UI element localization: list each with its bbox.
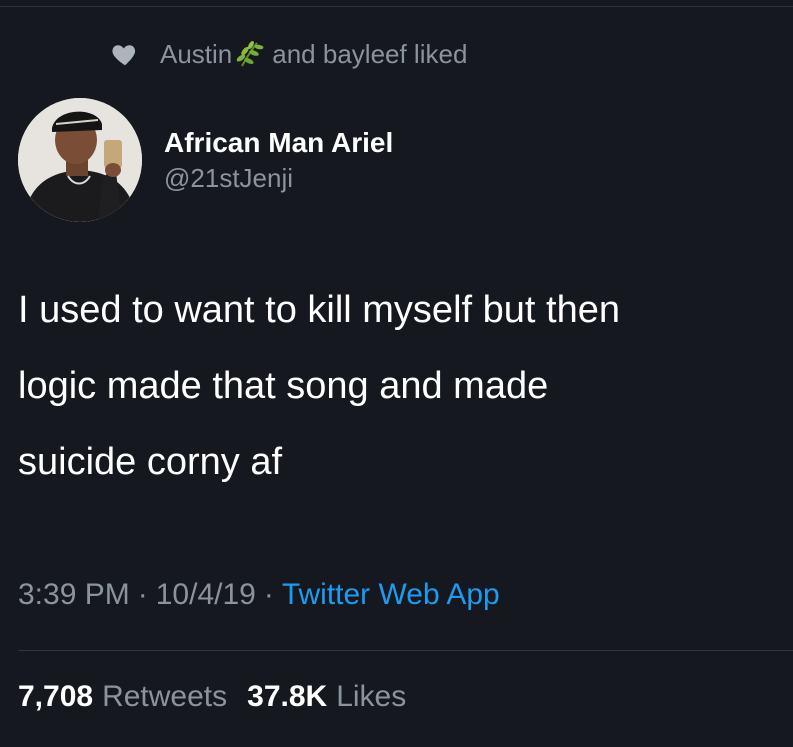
liker-name[interactable]: Austin: [160, 39, 232, 70]
tweet-text: I used to want to kill myself but then l…: [18, 289, 620, 483]
meta-separator: ·: [137, 578, 148, 611]
top-divider: [0, 6, 793, 7]
tweet-date[interactable]: 10/4/19: [156, 578, 256, 612]
meta-separator: ·: [263, 578, 274, 611]
heart-icon: [112, 45, 136, 66]
likes-count: 37.8K: [247, 680, 328, 713]
social-context[interactable]: Austin and bayleef liked: [110, 36, 467, 72]
tweet-meta: 3:39 PM · 10/4/19 · Twitter Web App: [18, 578, 500, 612]
likes-label: Likes: [336, 680, 407, 713]
stats-divider: [18, 650, 793, 651]
liked-by-text: and bayleef liked: [272, 38, 468, 69]
author-names: African Man Ariel @21stJenji: [164, 125, 393, 195]
avatar[interactable]: [18, 98, 142, 222]
retweets-count: 7,708: [18, 680, 94, 713]
tweet-header: African Man Ariel @21stJenji: [18, 98, 393, 222]
likes-stat[interactable]: 37.8K Likes: [247, 680, 406, 714]
retweets-stat[interactable]: 7,708 Retweets: [18, 680, 227, 714]
herb-icon: [236, 40, 264, 67]
handle[interactable]: @21stJenji: [164, 161, 393, 195]
avatar-photo: [18, 98, 142, 222]
tweet-stats: 7,708 Retweets 37.8K Likes: [18, 680, 426, 714]
retweets-label: Retweets: [102, 680, 228, 713]
tweet-time[interactable]: 3:39 PM: [18, 578, 130, 612]
display-name[interactable]: African Man Ariel: [164, 125, 393, 161]
source-app-link[interactable]: Twitter Web App: [282, 578, 500, 612]
